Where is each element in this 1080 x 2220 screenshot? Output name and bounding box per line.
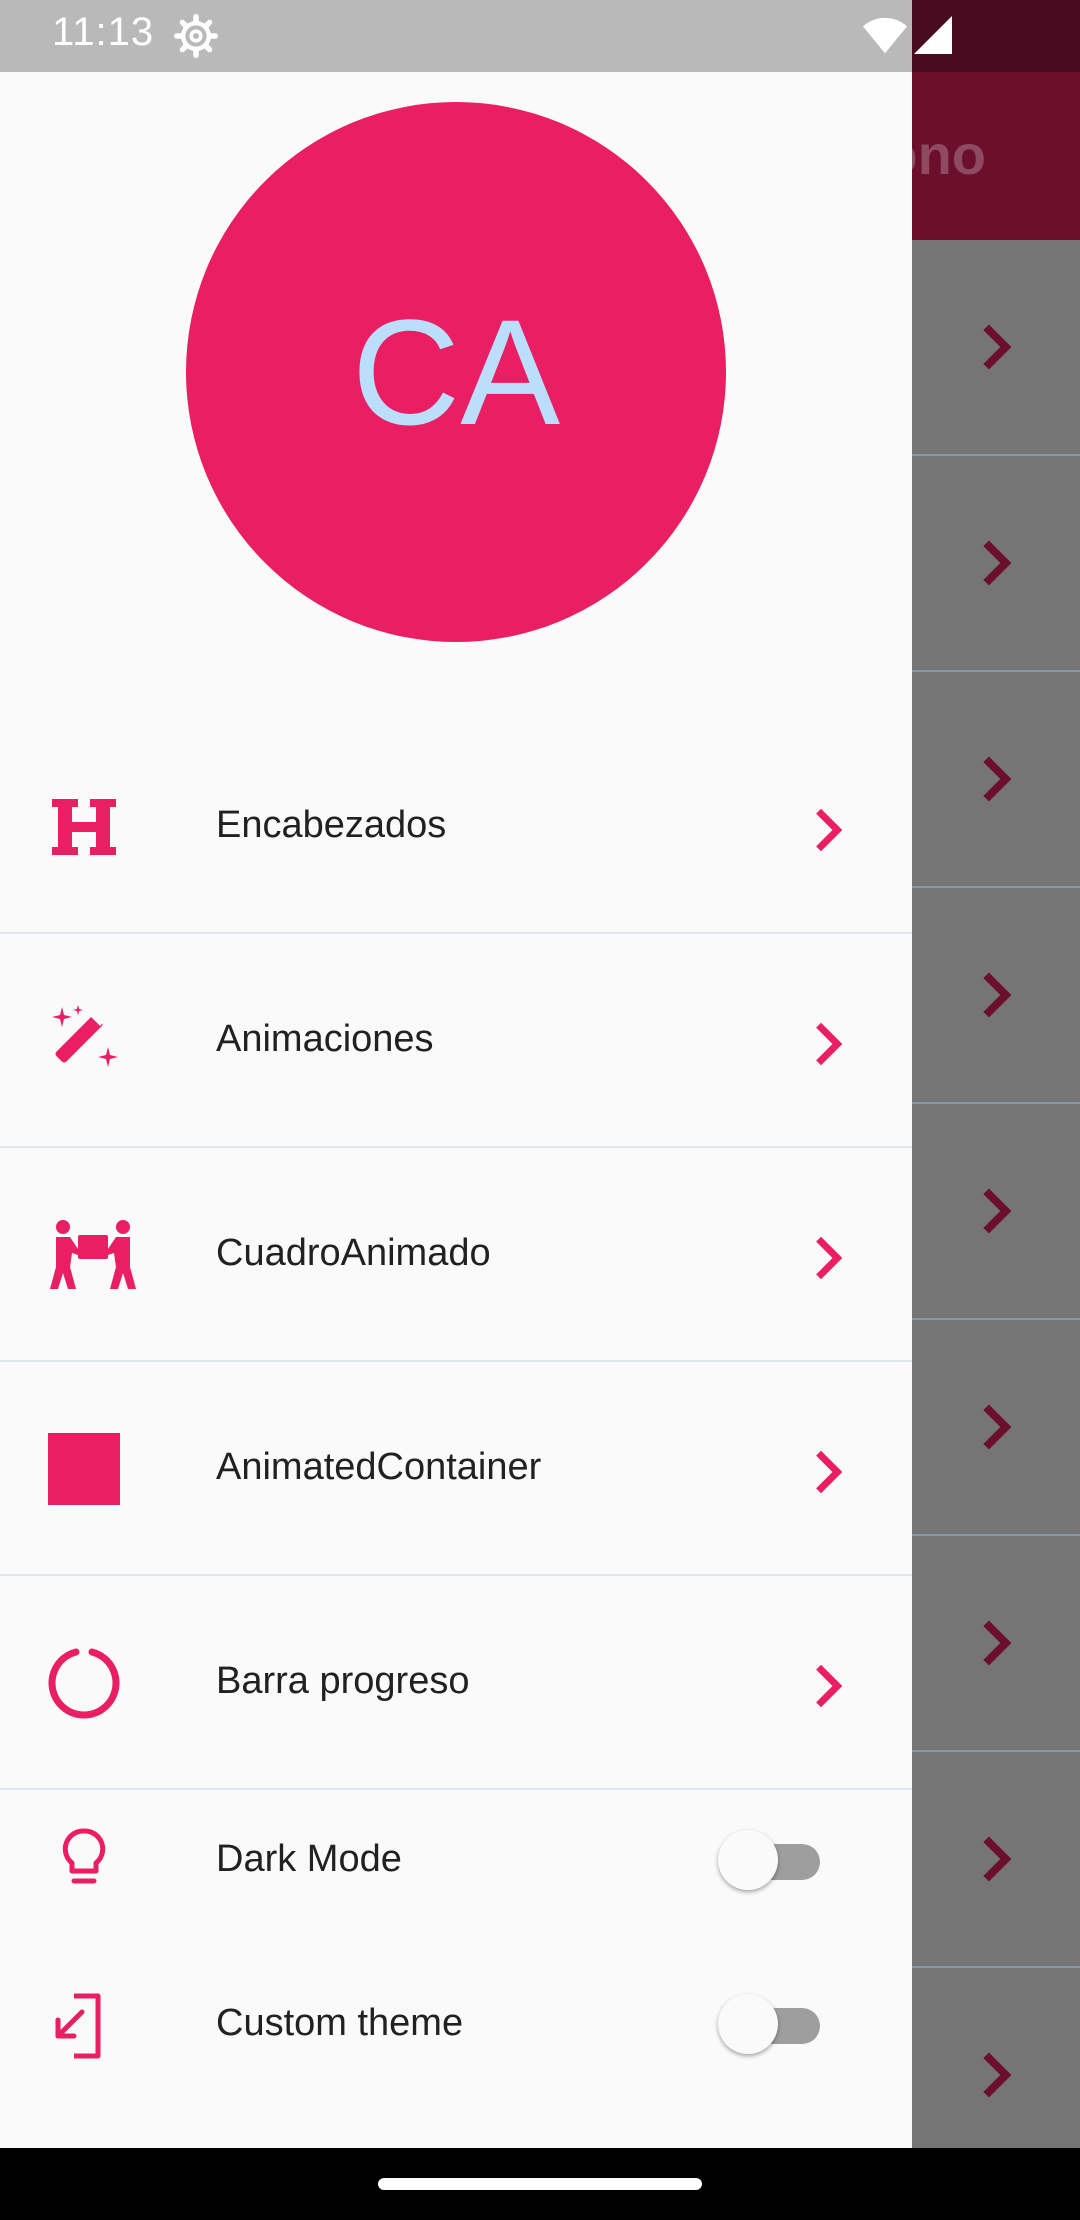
magic-wand-icon	[52, 1005, 118, 1067]
system-navigation-bar	[0, 2148, 1080, 2220]
menu-item-encabezados[interactable]: Encabezados	[0, 720, 912, 934]
custom-theme-row[interactable]: Custom theme	[0, 1984, 912, 2144]
background-app-title: ono	[912, 123, 986, 186]
chevron-right-icon	[983, 756, 1012, 802]
menu-item-cuadroanimado[interactable]: CuadroAnimado	[0, 1148, 912, 1362]
status-time: 11:13	[52, 10, 155, 54]
chevron-right-icon	[983, 1404, 1012, 1450]
home-gesture-handle[interactable]	[378, 2178, 702, 2190]
menu-item-label: CuadroAnimado	[216, 1232, 491, 1274]
menu-item-animatedcontainer[interactable]: AnimatedContainer	[0, 1362, 912, 1576]
chevron-right-icon	[983, 972, 1012, 1018]
chevron-right-icon	[983, 324, 1012, 370]
lightbulb-icon	[62, 1828, 106, 1884]
chevron-right-icon	[983, 540, 1012, 586]
settings-gear-icon	[174, 14, 218, 58]
people-carry-box-icon	[50, 1220, 136, 1289]
chevron-right-icon	[983, 1620, 1012, 1666]
chevron-right-icon	[983, 1836, 1012, 1882]
heading-h-icon	[52, 799, 116, 855]
menu-item-label: Animaciones	[216, 1018, 434, 1060]
dark-mode-row[interactable]: Dark Mode	[0, 1816, 912, 1976]
chevron-right-icon	[816, 808, 843, 852]
chevron-right-icon	[816, 1664, 843, 1708]
menu-item-label: Barra progreso	[216, 1660, 470, 1702]
wifi-icon	[862, 17, 908, 54]
menu-item-label: Encabezados	[216, 804, 447, 846]
login-arrow-icon	[55, 1993, 101, 2059]
menu-item-barra-progreso[interactable]: Barra progreso	[0, 1576, 912, 1790]
chevron-right-icon	[816, 1022, 843, 1066]
cell-signal-icon	[914, 16, 952, 54]
circle-notch-icon	[48, 1648, 120, 1719]
custom-theme-label: Custom theme	[216, 2002, 464, 2044]
custom-theme-switch[interactable]	[718, 1992, 826, 2054]
dark-mode-label: Dark Mode	[216, 1838, 402, 1880]
avatar-initials: CA	[351, 287, 561, 456]
chevron-right-icon	[816, 1236, 843, 1280]
chevron-right-icon	[816, 1450, 843, 1494]
chevron-right-icon	[983, 1188, 1012, 1234]
navigation-drawer: CA Encabezados Animaciones CuadroAnimado…	[0, 72, 912, 2148]
menu-item-label: AnimatedContainer	[216, 1446, 542, 1488]
status-bar: 11:13	[0, 0, 1080, 72]
chevron-right-icon	[983, 2052, 1012, 2098]
switch-thumb	[718, 1830, 778, 1890]
avatar[interactable]: CA	[186, 102, 726, 642]
dark-mode-switch[interactable]	[718, 1828, 826, 1890]
menu-item-animaciones[interactable]: Animaciones	[0, 934, 912, 1148]
drawer-menu: Encabezados Animaciones CuadroAnimado An…	[0, 720, 912, 1790]
square-icon	[48, 1433, 120, 1505]
switch-thumb	[718, 1994, 778, 2054]
